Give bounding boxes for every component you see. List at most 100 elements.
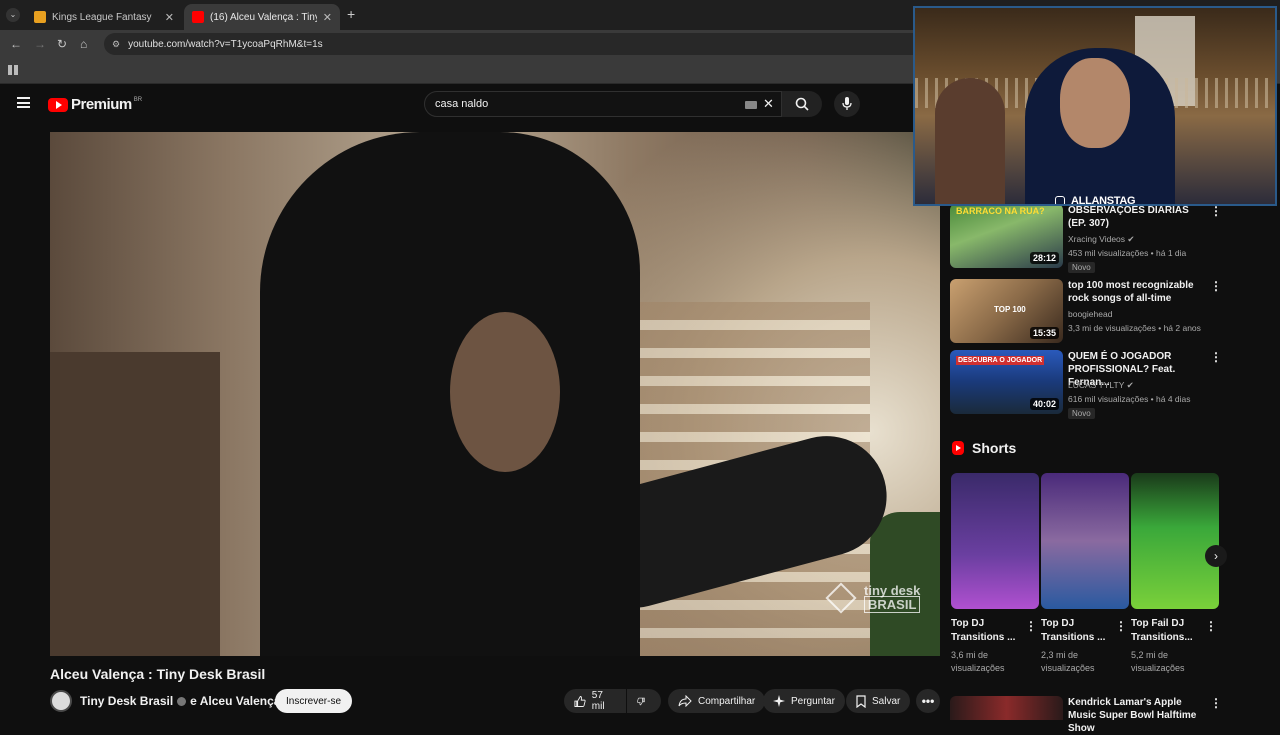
handle-text: ALLANSTAG xyxy=(1071,195,1136,206)
tiny-desk-logo-icon xyxy=(825,582,857,614)
dislike-button[interactable] xyxy=(627,689,661,713)
tab-title: (16) Alceu Valença : Tiny Desk B xyxy=(210,11,317,23)
video-meta: 616 mil visualizações • há 4 dias xyxy=(1068,394,1191,404)
performer-face xyxy=(450,312,560,472)
more-actions-button[interactable]: ••• xyxy=(916,689,940,713)
forward-icon[interactable]: → xyxy=(34,37,46,51)
clear-search-icon[interactable]: ✕ xyxy=(763,96,774,112)
tab-youtube[interactable]: (16) Alceu Valença : Tiny Desk B ✕ xyxy=(184,4,340,30)
tab-kings-league[interactable]: Kings League Fantasy ✕ xyxy=(26,4,182,30)
home-icon[interactable]: ⌂ xyxy=(80,37,87,51)
short-title[interactable]: Top DJ Transitions ... xyxy=(1041,617,1113,645)
channel-info: Tiny Desk Brasil e Alceu Valença xyxy=(50,690,294,712)
youtube-play-icon xyxy=(48,97,68,112)
thumbs-up-icon xyxy=(574,695,586,707)
share-label: Compartilhar xyxy=(698,695,756,707)
url-field[interactable]: ⚙ youtube.com/watch?v=T1ycoaPqRhM&t=1s xyxy=(104,33,924,55)
short-item[interactable]: Top DJ Transitions ... 3,6 mi de visuali… xyxy=(951,473,1039,673)
close-tab-icon[interactable]: ✕ xyxy=(165,11,174,24)
apps-grid-icon[interactable] xyxy=(8,65,18,75)
verified-icon: ✔ xyxy=(1126,380,1134,390)
kings-league-favicon xyxy=(34,11,46,23)
tiny-desk-watermark: tiny desk BRASIL xyxy=(825,582,921,614)
more-options-icon[interactable]: ⋮ xyxy=(1210,204,1222,218)
video-thumbnail[interactable]: DESCUBRA O JOGADOR 40:02 xyxy=(950,350,1063,414)
reload-icon[interactable]: ↻ xyxy=(57,37,67,51)
streamer-head xyxy=(1060,58,1130,148)
video-duration: 28:12 xyxy=(1029,252,1059,264)
short-thumbnail[interactable] xyxy=(1041,473,1129,609)
video-meta: 3,3 mi de visualizações • há 2 anos xyxy=(1068,323,1201,333)
search-button[interactable] xyxy=(782,91,822,117)
collab-name[interactable]: e Alceu Valença xyxy=(190,694,280,708)
logo-text: Premium xyxy=(71,96,132,113)
sparkle-icon xyxy=(773,695,785,707)
video-meta: 453 mil visualizações • há 1 dia xyxy=(1068,248,1187,258)
tab-search-icon[interactable]: ⌄ xyxy=(6,8,20,22)
short-item[interactable]: Top DJ Transitions ... 2,3 mi de visuali… xyxy=(1041,473,1129,673)
thumbnail-text: TOP 100 xyxy=(994,305,1026,314)
save-button[interactable]: Salvar xyxy=(846,689,911,713)
close-tab-icon[interactable]: ✕ xyxy=(323,11,332,24)
short-views: 2,3 mi de visualizações xyxy=(1041,650,1095,673)
short-item[interactable]: Top Fail DJ Transitions... 5,2 mi de vis… xyxy=(1131,473,1219,673)
thumbnail-text: BARRACO NA RUA? xyxy=(956,206,1045,216)
back-icon[interactable]: ← xyxy=(10,37,22,51)
list-item[interactable]: DESCUBRA O JOGADOR 40:02 QUEM É O JOGADO… xyxy=(950,350,1270,420)
video-thumbnail[interactable] xyxy=(950,696,1063,720)
video-title[interactable]: top 100 most recognizable rock songs of … xyxy=(1068,279,1208,305)
like-button[interactable]: 57 mil xyxy=(564,689,626,713)
video-title[interactable]: Kendrick Lamar's Apple Music Super Bowl … xyxy=(1068,696,1208,735)
like-count: 57 mil xyxy=(591,690,605,712)
short-thumbnail[interactable] xyxy=(951,473,1039,609)
short-title[interactable]: Top DJ Transitions ... xyxy=(951,617,1023,645)
new-badge: Novo xyxy=(1068,408,1095,419)
more-options-icon[interactable]: ⋮ xyxy=(1210,279,1222,293)
ask-button[interactable]: Perguntar xyxy=(763,689,845,713)
watermark-line2: BRASIL xyxy=(864,596,921,613)
youtube-premium-logo[interactable]: Premium BR xyxy=(48,96,142,113)
person-left xyxy=(935,78,1005,204)
shorts-next-button[interactable]: › xyxy=(1205,545,1227,567)
short-title[interactable]: Top Fail DJ Transitions... xyxy=(1131,617,1203,645)
more-options-icon[interactable]: ⋮ xyxy=(1115,619,1127,633)
instagram-icon xyxy=(1055,196,1065,204)
list-item[interactable]: BARRACO NA RUA? 28:12 OBSERVAÇÕES DIÁRIA… xyxy=(950,204,1270,274)
list-item[interactable]: Kendrick Lamar's Apple Music Super Bowl … xyxy=(950,696,1270,734)
channel-avatar[interactable] xyxy=(50,690,72,712)
channel-name[interactable]: Xracing Videos ✔ xyxy=(1068,234,1135,245)
channel-name[interactable]: boogiehead xyxy=(1068,309,1112,319)
share-button[interactable]: Compartilhar xyxy=(668,689,766,713)
video-player[interactable]: tiny desk BRASIL xyxy=(50,132,940,656)
streamer-handle: ALLANSTAG xyxy=(1055,195,1136,206)
verified-icon: ✔ xyxy=(1127,234,1135,244)
new-badge: Novo xyxy=(1068,262,1095,273)
more-options-icon[interactable]: ⋮ xyxy=(1025,619,1037,633)
shorts-heading: Shorts xyxy=(972,440,1017,456)
ask-label: Perguntar xyxy=(791,695,835,707)
subscribe-button[interactable]: Inscrever-se xyxy=(275,689,353,713)
video-thumbnail[interactable]: TOP 100 15:35 xyxy=(950,279,1063,343)
video-title[interactable]: OBSERVAÇÕES DIÁRIAS (EP. 307) xyxy=(1068,204,1208,230)
search-input[interactable]: casa naldo ✕ xyxy=(424,91,782,117)
menu-icon[interactable] xyxy=(17,97,30,108)
url-text: youtube.com/watch?v=T1ycoaPqRhM&t=1s xyxy=(128,38,323,50)
channel-name[interactable]: LUCAS TYLTY ✔ xyxy=(1068,380,1134,391)
more-horizontal-icon: ••• xyxy=(921,694,935,708)
shorts-icon xyxy=(952,441,964,455)
microphone-icon xyxy=(842,97,852,110)
keyboard-icon[interactable] xyxy=(745,101,757,109)
youtube-favicon xyxy=(192,11,204,23)
short-thumbnail[interactable] xyxy=(1131,473,1219,609)
more-options-icon[interactable]: ⋮ xyxy=(1210,696,1222,710)
more-options-icon[interactable]: ⋮ xyxy=(1210,350,1222,364)
video-thumbnail[interactable]: BARRACO NA RUA? 28:12 xyxy=(950,204,1063,268)
bookshelf xyxy=(50,352,220,656)
list-item[interactable]: TOP 100 15:35 top 100 most recognizable … xyxy=(950,279,1270,345)
more-options-icon[interactable]: ⋮ xyxy=(1205,619,1217,633)
search-icon xyxy=(795,97,809,111)
voice-search-button[interactable] xyxy=(834,91,860,117)
new-tab-icon[interactable]: + xyxy=(347,6,355,22)
channel-name[interactable]: Tiny Desk Brasil xyxy=(80,694,173,708)
site-info-icon[interactable]: ⚙ xyxy=(112,39,120,50)
